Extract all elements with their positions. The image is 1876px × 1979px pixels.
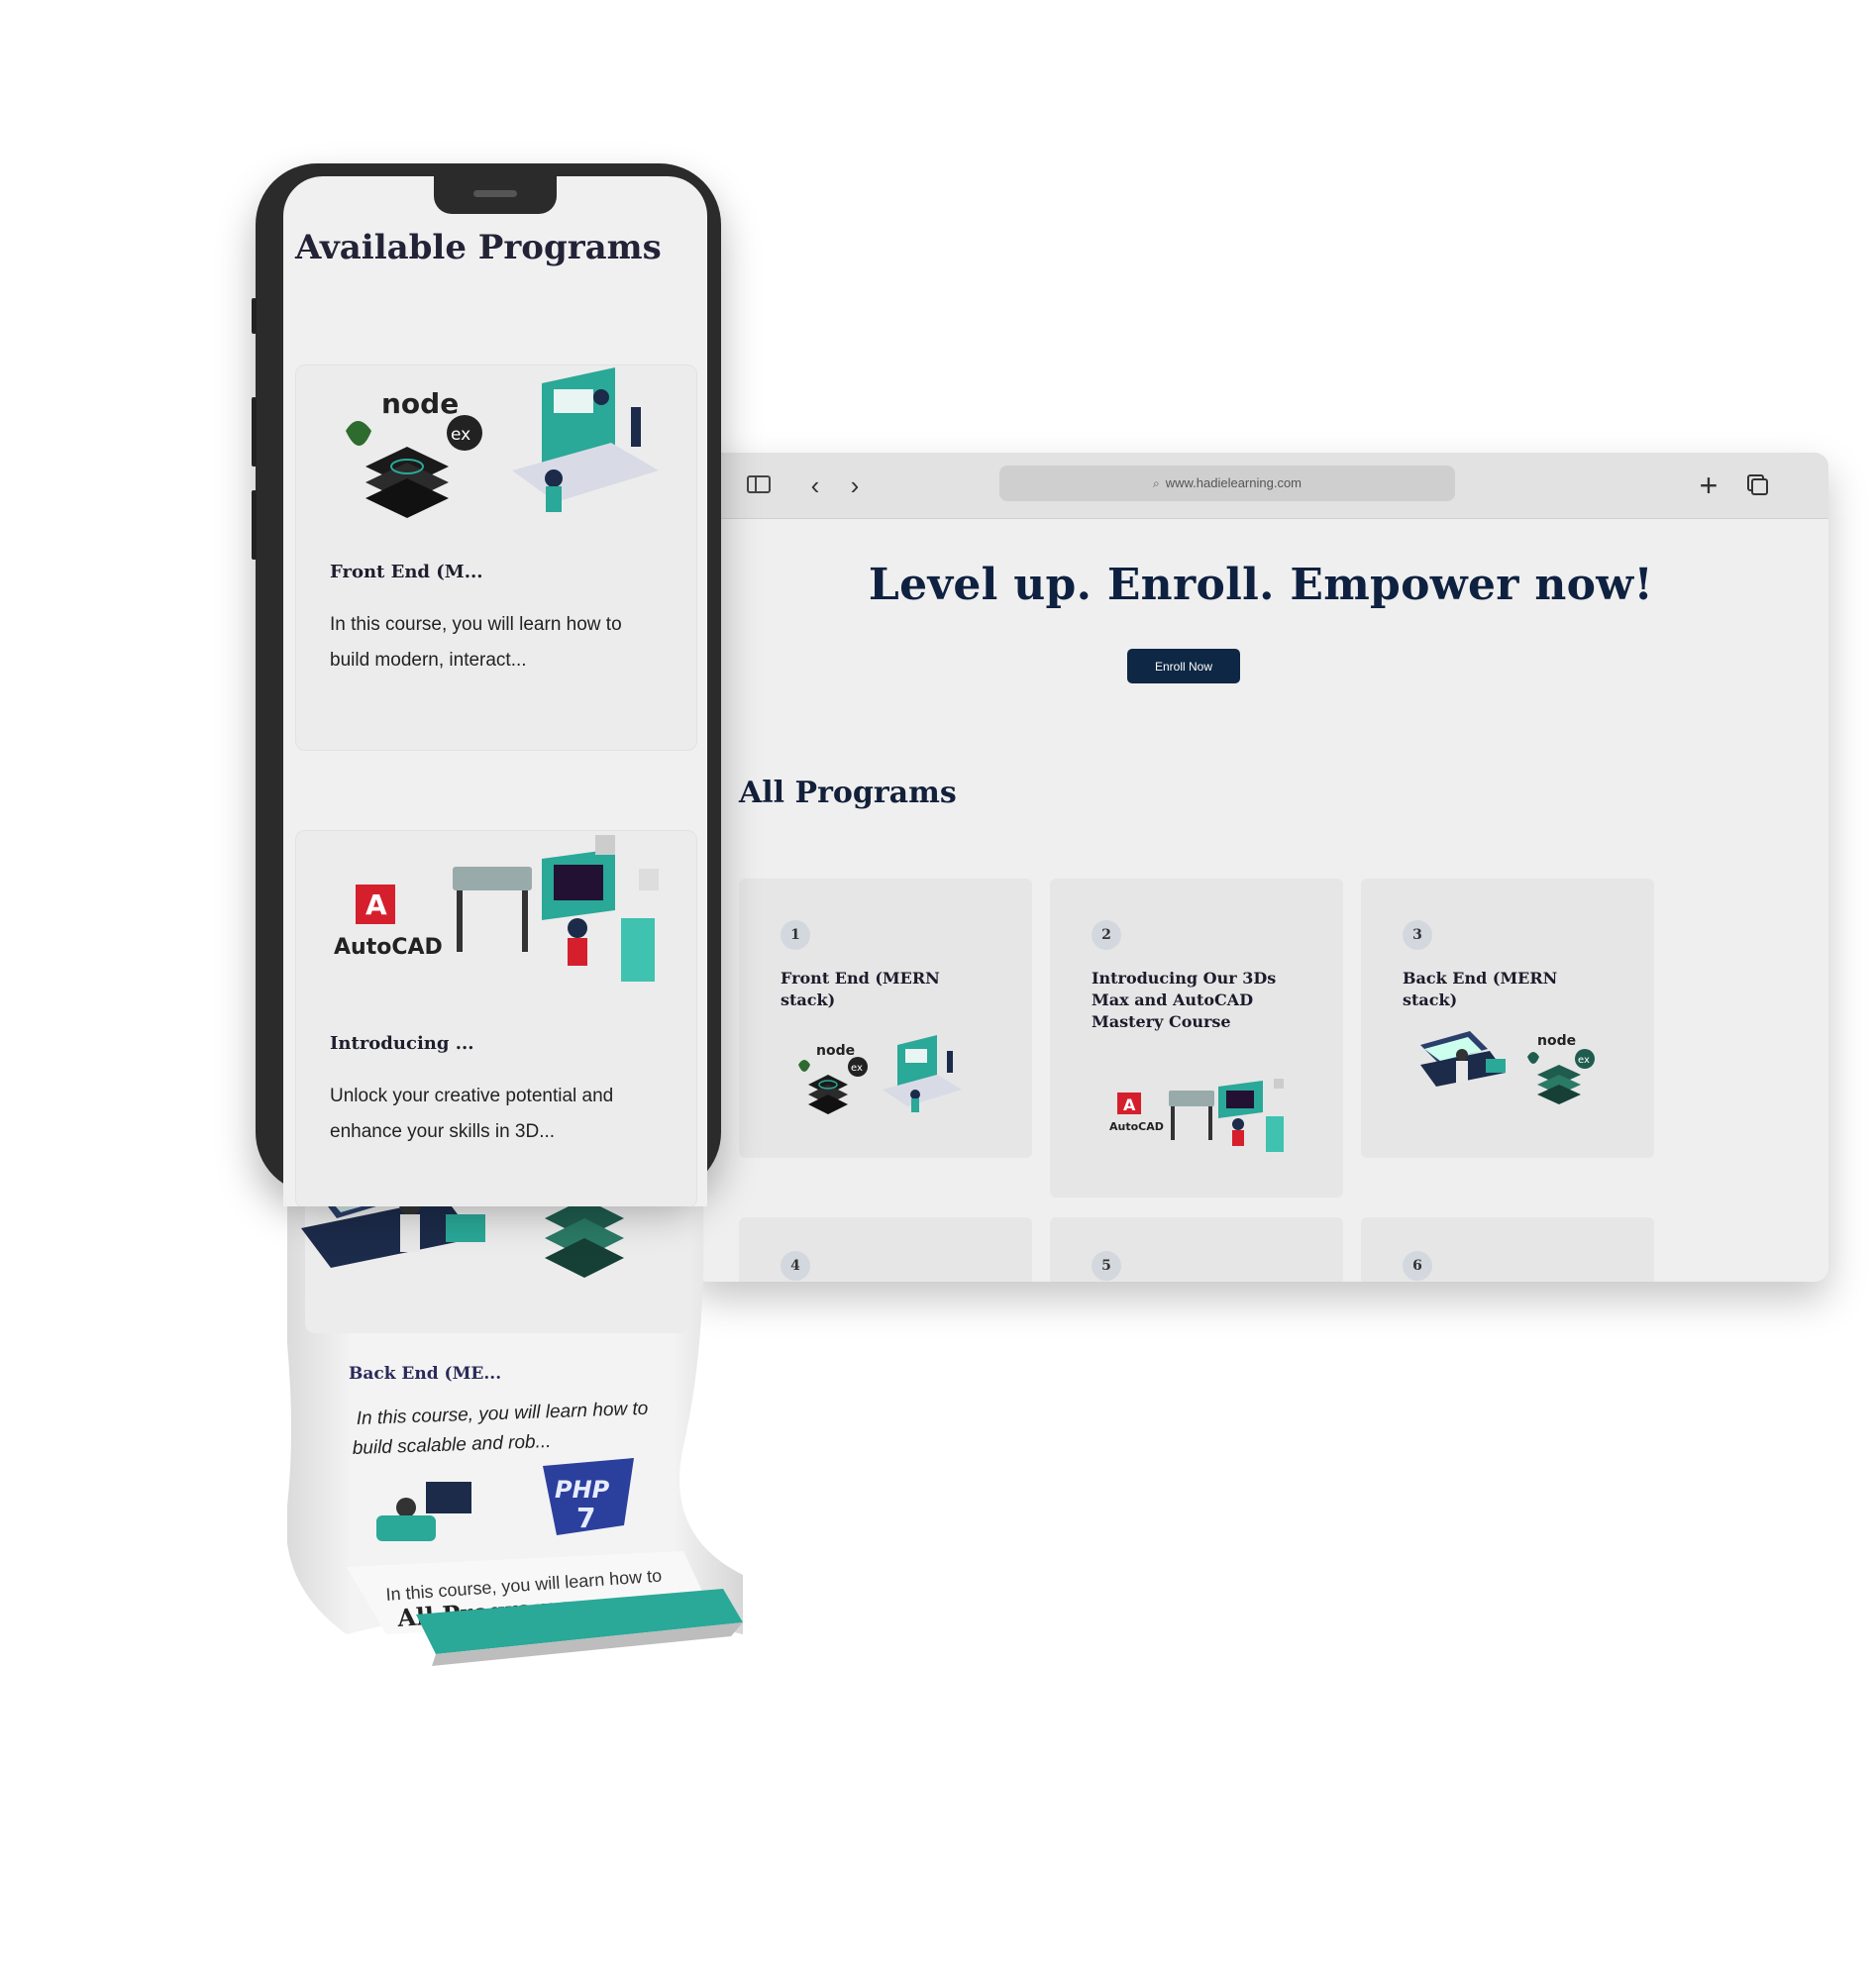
node-logo-text: node	[381, 387, 459, 420]
card-number: 5	[1092, 1251, 1121, 1281]
card-title: Introducing Our 3Ds Max and AutoCAD Mast…	[1092, 969, 1277, 1031]
forward-chevron-icon[interactable]: ›	[840, 470, 870, 500]
phone-notch	[434, 176, 557, 214]
available-programs-title: Available Programs	[295, 228, 662, 267]
tabs-overview-icon[interactable]	[1745, 470, 1775, 500]
autocad-logo-text: AutoCAD	[1109, 1120, 1164, 1133]
back-chevron-icon[interactable]: ‹	[800, 470, 830, 500]
mern-illustration-icon: node ex	[798, 1035, 962, 1114]
phone-card-description: In this course, you will learn how to bu…	[330, 614, 622, 671]
express-logo-text: ex	[851, 1063, 863, 1074]
program-card-4[interactable]: 4	[739, 1217, 1032, 1282]
phone-screen: Available Programs node ex Front End (M.…	[283, 176, 707, 1206]
express-logo-text: ex	[1578, 1055, 1590, 1066]
mern-illustration-icon: node ex	[346, 367, 659, 518]
autocad-mark-text: A	[365, 888, 387, 921]
card-number: 3	[1403, 920, 1432, 950]
card-title: Back End (MERN stack)	[1403, 969, 1558, 1009]
card-number: 6	[1403, 1251, 1432, 1281]
speaker-grille	[473, 190, 517, 197]
phone-volume-up-button	[252, 397, 257, 467]
card-number: 4	[781, 1251, 810, 1281]
php-version-text: 7	[576, 1502, 595, 1534]
autocad-mark-text: A	[1123, 1095, 1136, 1114]
node-logo-text: node	[1537, 1033, 1576, 1049]
scrolling-paper-strip: node ex Back End (ME... In this course, …	[287, 1119, 743, 1666]
browser-window: ‹ › ⌕ www.hadielearning.com + Level up. E…	[693, 453, 1828, 1282]
program-card-6[interactable]: 6	[1361, 1217, 1654, 1282]
phone-volume-down-button	[252, 490, 257, 560]
card-number: 1	[781, 920, 810, 950]
backend-illustration-icon: node ex	[1420, 1031, 1595, 1104]
address-bar[interactable]: ⌕ www.hadielearning.com	[999, 466, 1455, 501]
phone-card-title: Front End (M...	[330, 562, 483, 582]
phone-card-title: Introducing ...	[330, 1033, 474, 1054]
phone-program-card-autocad[interactable]: A AutoCAD Introducing ... Unlock your cr…	[295, 830, 697, 1206]
program-card-autocad[interactable]: 2 Introducing Our 3Ds Max and AutoCAD Ma…	[1050, 879, 1343, 1198]
hero-title: Level up. Enroll. Empower now!	[868, 560, 1654, 610]
url-text: www.hadielearning.com	[1165, 475, 1303, 490]
program-card-5[interactable]: 5	[1050, 1217, 1343, 1282]
autocad-illustration-icon: A AutoCAD	[334, 835, 659, 982]
all-programs-title: All Programs	[739, 776, 957, 810]
enroll-now-button[interactable]: Enroll Now	[1127, 649, 1240, 683]
search-icon: ⌕	[1152, 476, 1160, 490]
strip-card-title: Back End (ME...	[349, 1364, 501, 1384]
phone-card-description: Unlock your creative potential and enhan…	[330, 1086, 614, 1142]
phone-mute-button	[252, 298, 257, 334]
autocad-logo-text: AutoCAD	[334, 935, 443, 960]
card-title: Front End (MERN stack)	[781, 969, 940, 1009]
browser-toolbar: ‹ › ⌕ www.hadielearning.com +	[693, 453, 1828, 519]
phone-program-card-front-end[interactable]: node ex Front End (M... In this course, …	[295, 365, 697, 751]
express-logo-text: ex	[451, 425, 470, 445]
new-tab-plus-icon[interactable]: +	[1694, 469, 1723, 501]
sidebar-toggle-icon[interactable]	[745, 470, 775, 500]
node-logo-text: node	[816, 1043, 855, 1059]
program-card-front-end[interactable]: 1 Front End (MERN stack) node ex	[739, 879, 1032, 1158]
php-logo-text: PHP	[555, 1476, 610, 1504]
program-card-back-end[interactable]: 3 Back End (MERN stack) node ex	[1361, 879, 1654, 1158]
autocad-illustration-icon: A AutoCAD	[1109, 1079, 1284, 1152]
card-number: 2	[1092, 920, 1121, 950]
